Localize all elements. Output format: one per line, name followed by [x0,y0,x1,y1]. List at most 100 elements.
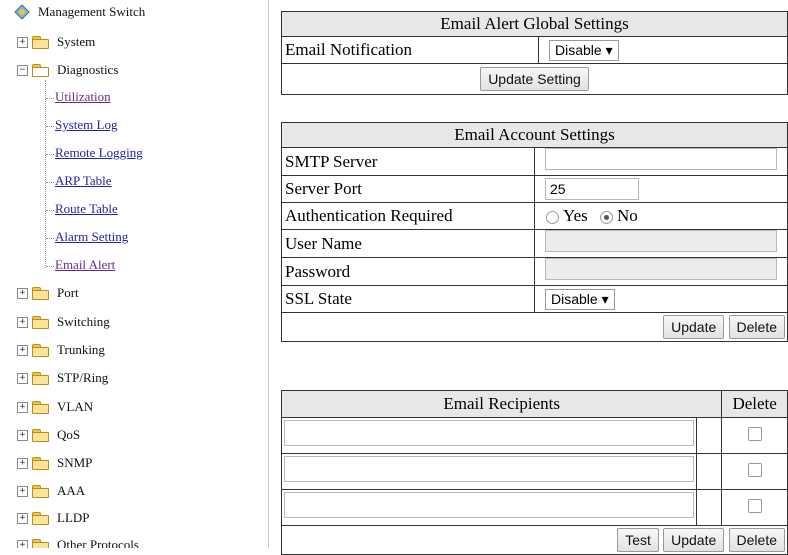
tree-link-system-log[interactable]: System Log [55,117,117,133]
account-delete-button[interactable]: Delete [728,315,785,339]
recipient-row [281,417,788,454]
tree-item-system[interactable]: + System [17,32,95,52]
tree-connector [45,80,46,268]
recipient-input[interactable] [284,492,694,518]
tree-connector [46,266,54,267]
global-settings-title: Email Alert Global Settings [281,11,788,37]
tree-connector [46,154,54,155]
expand-icon[interactable]: + [17,512,28,524]
tree-item-lldp[interactable]: + LLDP [17,508,90,528]
tree-item-label: Diagnostics [57,62,119,77]
expand-icon[interactable]: + [17,539,28,548]
tree-connector [46,210,54,211]
expand-icon[interactable]: + [17,344,28,356]
folder-icon [32,344,49,357]
recipient-delete-checkbox[interactable] [747,426,762,441]
folder-icon [32,401,49,414]
recipient-input[interactable] [284,456,694,482]
tree-connector [46,182,54,183]
tree-link-route-table[interactable]: Route Table [55,201,118,217]
folder-icon [32,287,49,300]
tree-item-switching[interactable]: + Switching [17,312,110,332]
account-update-button[interactable]: Update [663,315,725,339]
folder-icon [32,457,49,470]
expand-icon[interactable]: + [17,401,28,413]
tree-item-diagnostics[interactable]: − Diagnostics [17,60,118,80]
tree-link-arp-table[interactable]: ARP Table [55,173,112,189]
collapse-icon[interactable]: − [17,64,28,76]
main-content: Email Alert Global Settings Email Notifi… [280,0,788,555]
recipient-row [281,453,788,490]
tree-item-stp-ring[interactable]: + STP/Ring [17,368,108,388]
expand-icon[interactable]: + [17,287,28,299]
recipient-input[interactable] [284,420,694,446]
tree-item-label: VLAN [57,399,94,414]
tree-link-remote-logging[interactable]: Remote Logging [55,145,143,161]
email-recipients-panel: Email Recipients Delete Test Update Dele… [280,390,788,555]
tree-item-qos[interactable]: + QoS [17,425,80,445]
recipients-update-button[interactable]: Update [663,528,725,552]
account-settings-title: Email Account Settings [281,122,788,148]
tree-root[interactable]: Management Switch [14,2,145,22]
tree-item-port[interactable]: + Port [17,283,79,303]
ssl-state-select[interactable]: Disable ▾ [545,288,615,310]
expand-icon[interactable]: + [17,316,28,328]
tree-link-email-alert[interactable]: Email Alert [55,257,115,273]
test-button[interactable]: Test [617,528,659,552]
server-port-label: Server Port [281,175,535,203]
tree-item-aaa[interactable]: + AAA [17,481,85,501]
email-notification-select[interactable]: Disable ▾ [549,39,619,61]
recipient-delete-checkbox[interactable] [747,498,762,513]
tree-item-vlan[interactable]: + VLAN [17,397,93,417]
ssl-state-label: SSL State [281,285,535,313]
tree-item-label: LLDP [57,510,90,525]
tree-connector [46,126,54,127]
tree-item-other-protocols[interactable]: + Other Protocols [17,535,139,548]
folder-icon [32,316,49,329]
password-label: Password [281,257,535,286]
expand-icon[interactable]: + [17,485,28,497]
tree-item-label: Switching [57,314,110,329]
folder-icon [32,36,49,49]
auth-no-label: No [617,206,638,225]
tree-item-label: Trunking [57,342,105,357]
tree-link-utilization[interactable]: Utilization [55,89,111,105]
folder-icon [32,485,49,498]
user-name-input[interactable] [545,230,777,252]
auth-yes-radio[interactable] [546,210,559,224]
smtp-server-input[interactable] [545,148,777,170]
folder-icon [32,512,49,525]
tree-item-snmp[interactable]: + SNMP [17,453,92,473]
server-port-input[interactable]: 25 [545,178,639,200]
smtp-server-label: SMTP Server [281,147,535,176]
folder-icon [32,429,49,442]
switch-icon [14,4,30,20]
open-folder-icon [32,64,49,77]
expand-icon[interactable]: + [17,372,28,384]
email-recipients-title: Email Recipients [280,390,723,418]
expand-icon[interactable]: + [17,429,28,441]
expand-icon[interactable]: + [17,457,28,469]
delete-column-header: Delete [721,390,788,418]
password-input[interactable] [545,258,777,280]
tree-item-label: Other Protocols [57,537,139,548]
tree-item-label: SNMP [57,455,93,470]
global-settings-panel: Email Alert Global Settings Email Notifi… [281,11,788,95]
user-name-label: User Name [281,229,535,258]
tree-item-label: System [57,34,96,49]
recipient-row [281,489,788,526]
tree-item-trunking[interactable]: + Trunking [17,340,105,360]
recipient-delete-checkbox[interactable] [747,462,762,477]
tree-link-alarm-setting[interactable]: Alarm Setting [55,229,128,245]
tree-item-label: STP/Ring [57,370,109,385]
folder-icon [32,372,49,385]
auth-no-radio[interactable] [600,210,613,224]
tree-root-label: Management Switch [38,4,146,19]
expand-icon[interactable]: + [17,36,28,48]
email-notification-label: Email Notification [281,36,539,64]
auth-required-label: Authentication Required [281,202,535,230]
update-setting-button[interactable]: Update Setting [480,67,589,91]
recipients-delete-button[interactable]: Delete [728,528,785,552]
folder-icon [32,539,49,548]
navigation-tree: Management Switch + System − Diagnostics… [0,0,269,548]
